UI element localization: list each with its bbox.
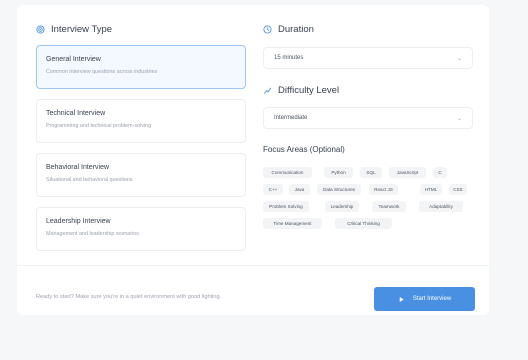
option-title: Technical Interview [46, 110, 106, 117]
difficulty-label: Difficulty Level [278, 85, 340, 96]
option-description: Management and leadership scenarios [46, 231, 139, 237]
interview-type-option-general[interactable]: General Interview Common interview quest… [36, 45, 246, 89]
play-icon [398, 296, 405, 303]
interview-type-label: Interview Type [51, 24, 113, 35]
difficulty-value: Intermediate [274, 115, 308, 121]
difficulty-select[interactable]: Intermediate ⌄ [263, 107, 473, 129]
target-icon [36, 25, 45, 34]
focus-tag-problem-solving[interactable]: Problem Solving [263, 201, 309, 212]
start-interview-label: Start Interview [412, 296, 452, 302]
focus-tag-react-js[interactable]: React JS [369, 184, 398, 195]
option-description: Programming and technical problem-solvin… [46, 123, 152, 129]
duration-label: Duration [278, 24, 314, 35]
option-title: Leadership Interview [46, 218, 111, 225]
clock-icon [263, 25, 272, 34]
interview-type-option-behavioral[interactable]: Behavioral Interview Situational and beh… [36, 153, 246, 197]
focus-tag-html[interactable]: HTML [420, 184, 442, 195]
focus-tag-javascript[interactable]: JavaScript [389, 167, 426, 178]
chevron-down-icon: ⌄ [456, 55, 462, 62]
option-title: Behavioral Interview [46, 164, 110, 171]
option-title: General Interview [46, 56, 101, 63]
duration-select[interactable]: 15 minutes ⌄ [263, 47, 473, 69]
option-description: Situational and behavioral questions [46, 177, 133, 183]
focus-tag-python[interactable]: Python [324, 167, 353, 178]
start-hint-text: Ready to start? Make sure you're in a qu… [36, 294, 222, 300]
interview-type-header: Interview Type [36, 24, 112, 35]
focus-tag-css[interactable]: CSS [449, 184, 467, 195]
focus-tag-communication[interactable]: Communication [263, 167, 312, 178]
footer-divider [17, 265, 489, 266]
focus-tag-time-management[interactable]: Time Management [263, 218, 322, 229]
duration-header: Duration [263, 24, 314, 35]
focus-tag-sql[interactable]: SQL [360, 167, 382, 178]
focus-tag-data-structures[interactable]: Data Structures [317, 184, 361, 195]
focus-tag-leadership[interactable]: Leadership [325, 201, 359, 212]
start-interview-button[interactable]: Start Interview [374, 287, 475, 311]
focus-tag-critical-thinking[interactable]: Critical Thinking [335, 218, 392, 229]
focus-tag-java[interactable]: Java [289, 184, 310, 195]
focus-tag-adaptability[interactable]: Adaptability [419, 201, 463, 212]
focus-tag-cpp[interactable]: C++ [263, 184, 283, 195]
difficulty-header: Difficulty Level [263, 85, 339, 96]
focus-areas-label: Focus Areas (Optional) [263, 145, 345, 154]
interview-type-option-leadership[interactable]: Leadership Interview Management and lead… [36, 207, 246, 251]
duration-value: 15 minutes [274, 55, 304, 61]
chevron-down-icon: ⌄ [456, 115, 462, 122]
chart-icon [263, 86, 272, 95]
focus-tag-teamwork[interactable]: Teamwork [372, 201, 406, 212]
interview-type-option-technical[interactable]: Technical Interview Programming and tech… [36, 99, 246, 143]
option-description: Common interview questions across indust… [46, 69, 158, 75]
focus-tag-c[interactable]: C [433, 167, 447, 178]
